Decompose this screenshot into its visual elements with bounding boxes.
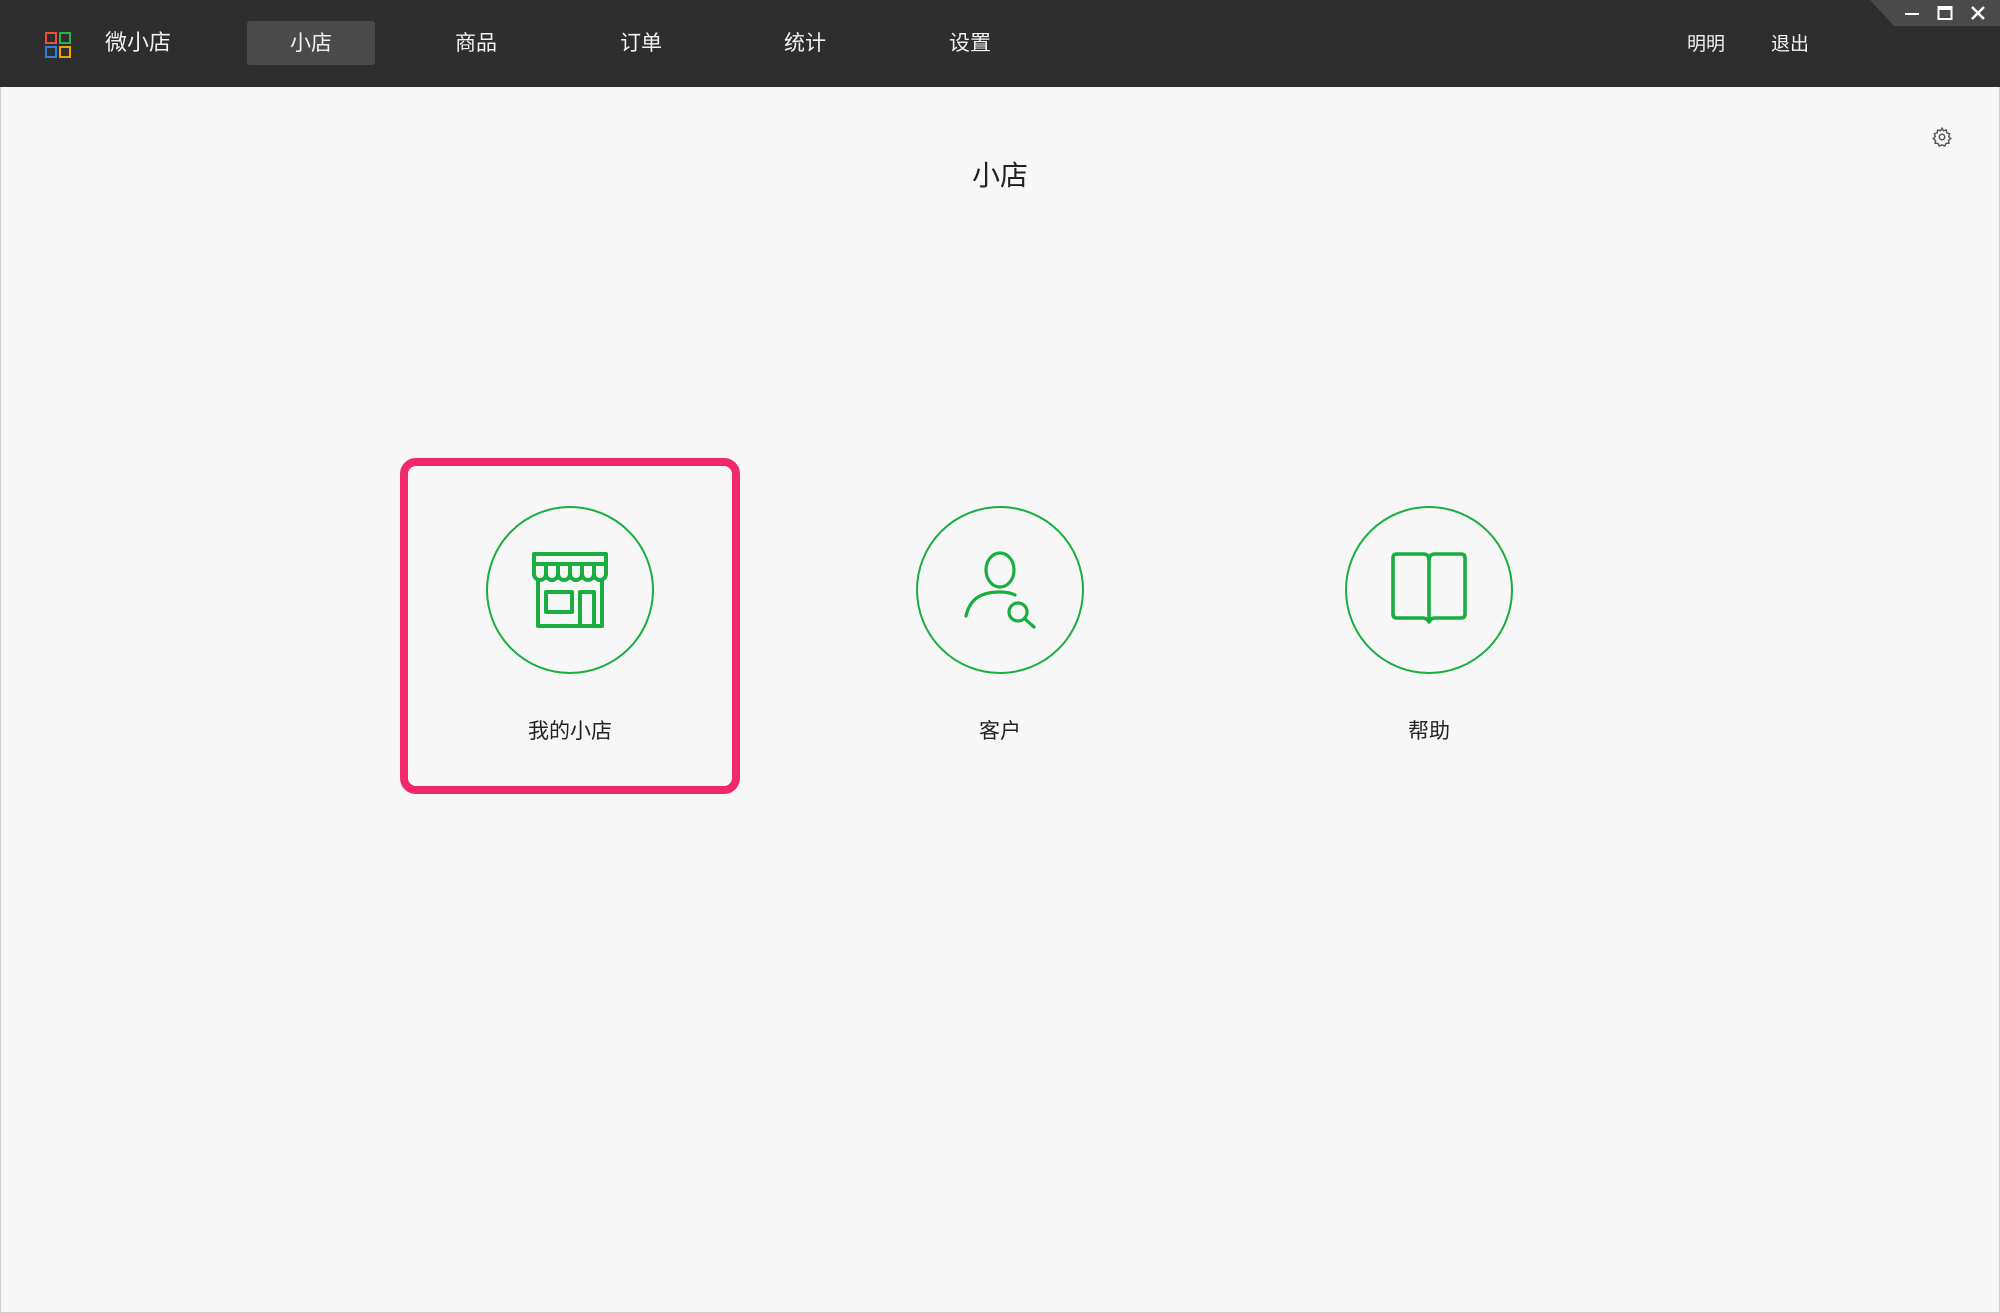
maximize-icon[interactable]	[1932, 2, 1958, 24]
tile-icon-circle	[916, 506, 1084, 674]
tile-icon-circle	[1345, 506, 1513, 674]
tab-orders[interactable]: 订单	[577, 21, 705, 65]
top-bar: 微小店 小店 商品 订单 统计 设置 明明 退出	[0, 0, 2000, 87]
tile-customers[interactable]: 客户	[830, 458, 1170, 794]
tile-label: 帮助	[1408, 719, 1450, 743]
tile-my-store[interactable]: 我的小店	[400, 458, 740, 794]
close-icon[interactable]	[1965, 2, 1991, 24]
tab-store[interactable]: 小店	[247, 21, 375, 65]
tile-label: 客户	[979, 719, 1021, 743]
user-name-link[interactable]: 明明	[1687, 27, 1725, 61]
logout-link[interactable]: 退出	[1771, 27, 1809, 61]
tab-products[interactable]: 商品	[412, 21, 540, 65]
storefront-icon	[532, 552, 608, 628]
app-name: 微小店	[105, 31, 172, 56]
page-title: 小店	[971, 159, 1028, 192]
minimize-icon[interactable]	[1899, 2, 1925, 24]
open-book-icon	[1391, 552, 1467, 624]
tab-statistics[interactable]: 统计	[741, 21, 869, 65]
tile-icon-circle	[486, 506, 654, 674]
grid-logo-icon	[45, 32, 71, 58]
tile-label: 我的小店	[528, 719, 612, 743]
tab-settings[interactable]: 设置	[906, 21, 1034, 65]
user-search-icon	[964, 551, 1036, 629]
tile-help[interactable]: 帮助	[1259, 458, 1599, 794]
window-border-left	[0, 87, 1, 1313]
gear-icon[interactable]	[1931, 126, 1953, 148]
